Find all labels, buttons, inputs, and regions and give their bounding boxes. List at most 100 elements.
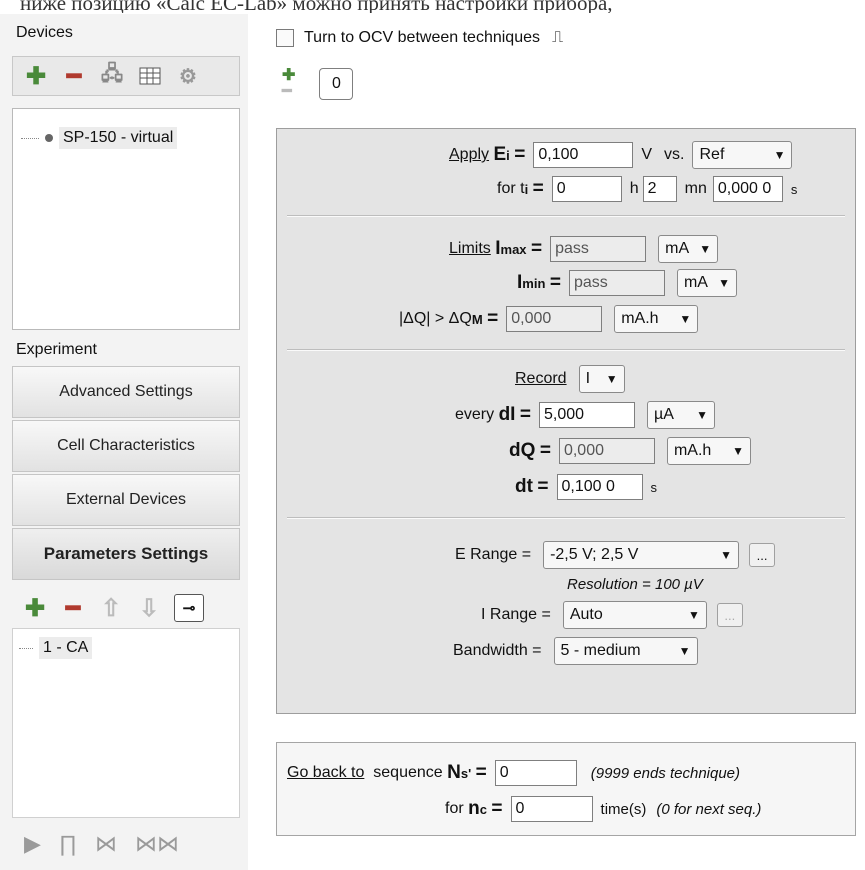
counter-spinner[interactable]: ✚ ━ — [282, 68, 295, 100]
nc-input[interactable]: 0 — [510, 796, 593, 822]
technique-toolbar: ✚ ━ ⇧ ⇩ ⊸ — [12, 588, 240, 628]
imin-unit-value: mA — [683, 274, 708, 291]
dq-limit-input[interactable]: 0,000 — [506, 306, 603, 332]
i-range-more-button[interactable]: ... — [716, 603, 743, 627]
run-controls: ▶ ∏ ⋈ ⋈⋈ — [12, 818, 240, 870]
ti-minutes-input[interactable]: 2 — [642, 176, 677, 202]
move-down-icon[interactable]: ⇩ — [136, 595, 162, 622]
technique-parameters-panel: Apply Ei = 0,100 V vs. Ref ▼ for t i = 0 h… — [276, 128, 856, 714]
ei-input[interactable]: 0,100 — [533, 142, 634, 168]
ti-hours-input[interactable]: 0 — [551, 176, 622, 202]
ns-row: Go back to sequence Ns' = 0 (9999 ends t… — [287, 759, 740, 787]
external-devices-button[interactable]: External Devices — [12, 474, 240, 526]
increment-icon[interactable]: ✚ — [282, 68, 295, 84]
ti-label: for t — [497, 180, 525, 197]
dq-unit-select[interactable]: mA.h ▼ — [666, 437, 751, 465]
technique-item[interactable]: 1 - CA — [19, 637, 93, 659]
record-select[interactable]: I ▼ — [578, 365, 625, 393]
e-range-select-value: -2,5 V; 2,5 V — [550, 546, 639, 563]
dq-limit-unit-value: mA.h — [621, 310, 659, 327]
ti-seconds-input[interactable]: 0,000 0 — [712, 176, 783, 202]
device-item[interactable]: SP-150 - virtual — [21, 127, 178, 149]
dq-limit-subscript: M — [471, 311, 483, 327]
ns-input[interactable]: 0 — [494, 760, 577, 786]
counter-row: ✚ ━ 0 — [282, 64, 354, 104]
devices-toolbar: ✚ ━ 🖧 ⚙ — [12, 56, 240, 96]
apply-label[interactable]: Apply — [449, 146, 489, 164]
tree-connector — [19, 647, 33, 649]
right-panel: Turn to OCV between techniques ⎍ ✚ ━ 0 A… — [248, 14, 865, 870]
add-device-icon[interactable]: ✚ — [23, 63, 49, 90]
add-technique-icon[interactable]: ✚ — [22, 595, 48, 622]
chevron-down-icon: ▼ — [605, 372, 618, 386]
imin-input[interactable]: pass — [568, 270, 665, 296]
advanced-settings-button[interactable]: Advanced Settings — [12, 366, 240, 418]
divider — [287, 349, 845, 351]
vs-label: vs. — [664, 146, 685, 163]
firmware-icon[interactable]: ⚙ — [175, 63, 201, 89]
nc-row: for nc = 0 time(s) (0 for next seq.) — [445, 795, 761, 823]
next-technique-icon[interactable]: ⋈ — [95, 831, 117, 857]
sequence-label: sequence — [373, 764, 443, 781]
e-range-select[interactable]: -2,5 V; 2,5 V ▼ — [543, 541, 740, 569]
technique-item-label: 1 - CA — [39, 637, 93, 659]
remove-technique-icon[interactable]: ━ — [60, 595, 86, 622]
bandwidth-select[interactable]: 5 - medium ▼ — [553, 637, 698, 665]
cell-characteristics-button[interactable]: Cell Characteristics — [12, 420, 240, 472]
divider — [287, 215, 845, 217]
bandwidth-row: Bandwidth = 5 - medium ▼ — [453, 637, 698, 665]
move-up-icon[interactable]: ⇧ — [98, 595, 124, 622]
devices-label: Devices — [16, 24, 73, 41]
left-panel: Devices ✚ ━ 🖧 ⚙ SP-150 - virtual Experim… — [0, 14, 249, 870]
imax-input[interactable]: pass — [550, 236, 647, 262]
step-waveform-icon: ⎍ — [551, 29, 564, 46]
bandwidth-select-value: 5 - medium — [560, 642, 641, 659]
divider — [287, 517, 845, 519]
dt-row: dt = 0,100 0 s — [515, 473, 657, 501]
device-dot-icon — [45, 134, 53, 142]
chevron-down-icon: ▼ — [678, 644, 691, 658]
technique-counter: 0 — [319, 68, 354, 100]
chevron-down-icon: ▼ — [679, 312, 692, 326]
nc-subscript: c — [479, 801, 487, 817]
imin-subscript: min — [522, 275, 546, 291]
dq-input[interactable]: 0,000 — [558, 438, 655, 464]
chevron-down-icon: ▼ — [732, 444, 744, 458]
ti-equals: = — [532, 178, 544, 199]
hours-unit: h — [629, 180, 639, 197]
play-icon[interactable]: ▶ — [24, 831, 41, 857]
pause-icon[interactable]: ∏ — [59, 831, 77, 857]
apply-ei-row: Apply Ei = 0,100 V vs. Ref ▼ — [449, 141, 793, 169]
tree-connector — [21, 137, 39, 139]
key-icon[interactable]: ⊸ — [174, 594, 204, 622]
dq-unit-value: mA.h — [673, 442, 712, 459]
di-unit-select[interactable]: µA ▼ — [647, 401, 716, 429]
dq-limit-unit-select[interactable]: mA.h ▼ — [614, 305, 699, 333]
ei-subscript: i — [506, 147, 510, 163]
remove-device-icon[interactable]: ━ — [61, 63, 87, 90]
decrement-icon[interactable]: ━ — [282, 84, 295, 100]
e-range-more-button[interactable]: ... — [749, 543, 776, 567]
imax-unit-select[interactable]: mA ▼ — [658, 235, 719, 263]
reference-select[interactable]: Ref ▼ — [692, 141, 793, 169]
ns-subscript: s' — [460, 765, 472, 781]
dt-equals: = — [537, 476, 549, 497]
minutes-unit: mn — [684, 180, 707, 197]
ei-equals: = — [514, 144, 526, 165]
limits-label[interactable]: Limits — [449, 240, 491, 258]
parameters-settings-button[interactable]: Parameters Settings — [12, 528, 240, 580]
reference-select-value: Ref — [699, 146, 725, 163]
di-input[interactable]: 5,000 — [539, 402, 636, 428]
table-icon[interactable] — [137, 63, 163, 89]
dt-input[interactable]: 0,100 0 — [556, 474, 643, 500]
skip-sequence-icon[interactable]: ⋈⋈ — [135, 831, 179, 857]
record-label[interactable]: Record — [515, 370, 567, 388]
dq-equals: = — [539, 440, 551, 461]
i-range-select[interactable]: Auto ▼ — [562, 601, 707, 629]
network-icon[interactable]: 🖧 — [99, 63, 125, 89]
ocv-checkbox[interactable] — [276, 29, 294, 47]
sequence-panel: Go back to sequence Ns' = 0 (9999 ends t… — [276, 742, 856, 836]
go-back-label[interactable]: Go back to — [287, 764, 364, 782]
imin-unit-select[interactable]: mA ▼ — [676, 269, 737, 297]
imax-equals: = — [531, 238, 543, 259]
